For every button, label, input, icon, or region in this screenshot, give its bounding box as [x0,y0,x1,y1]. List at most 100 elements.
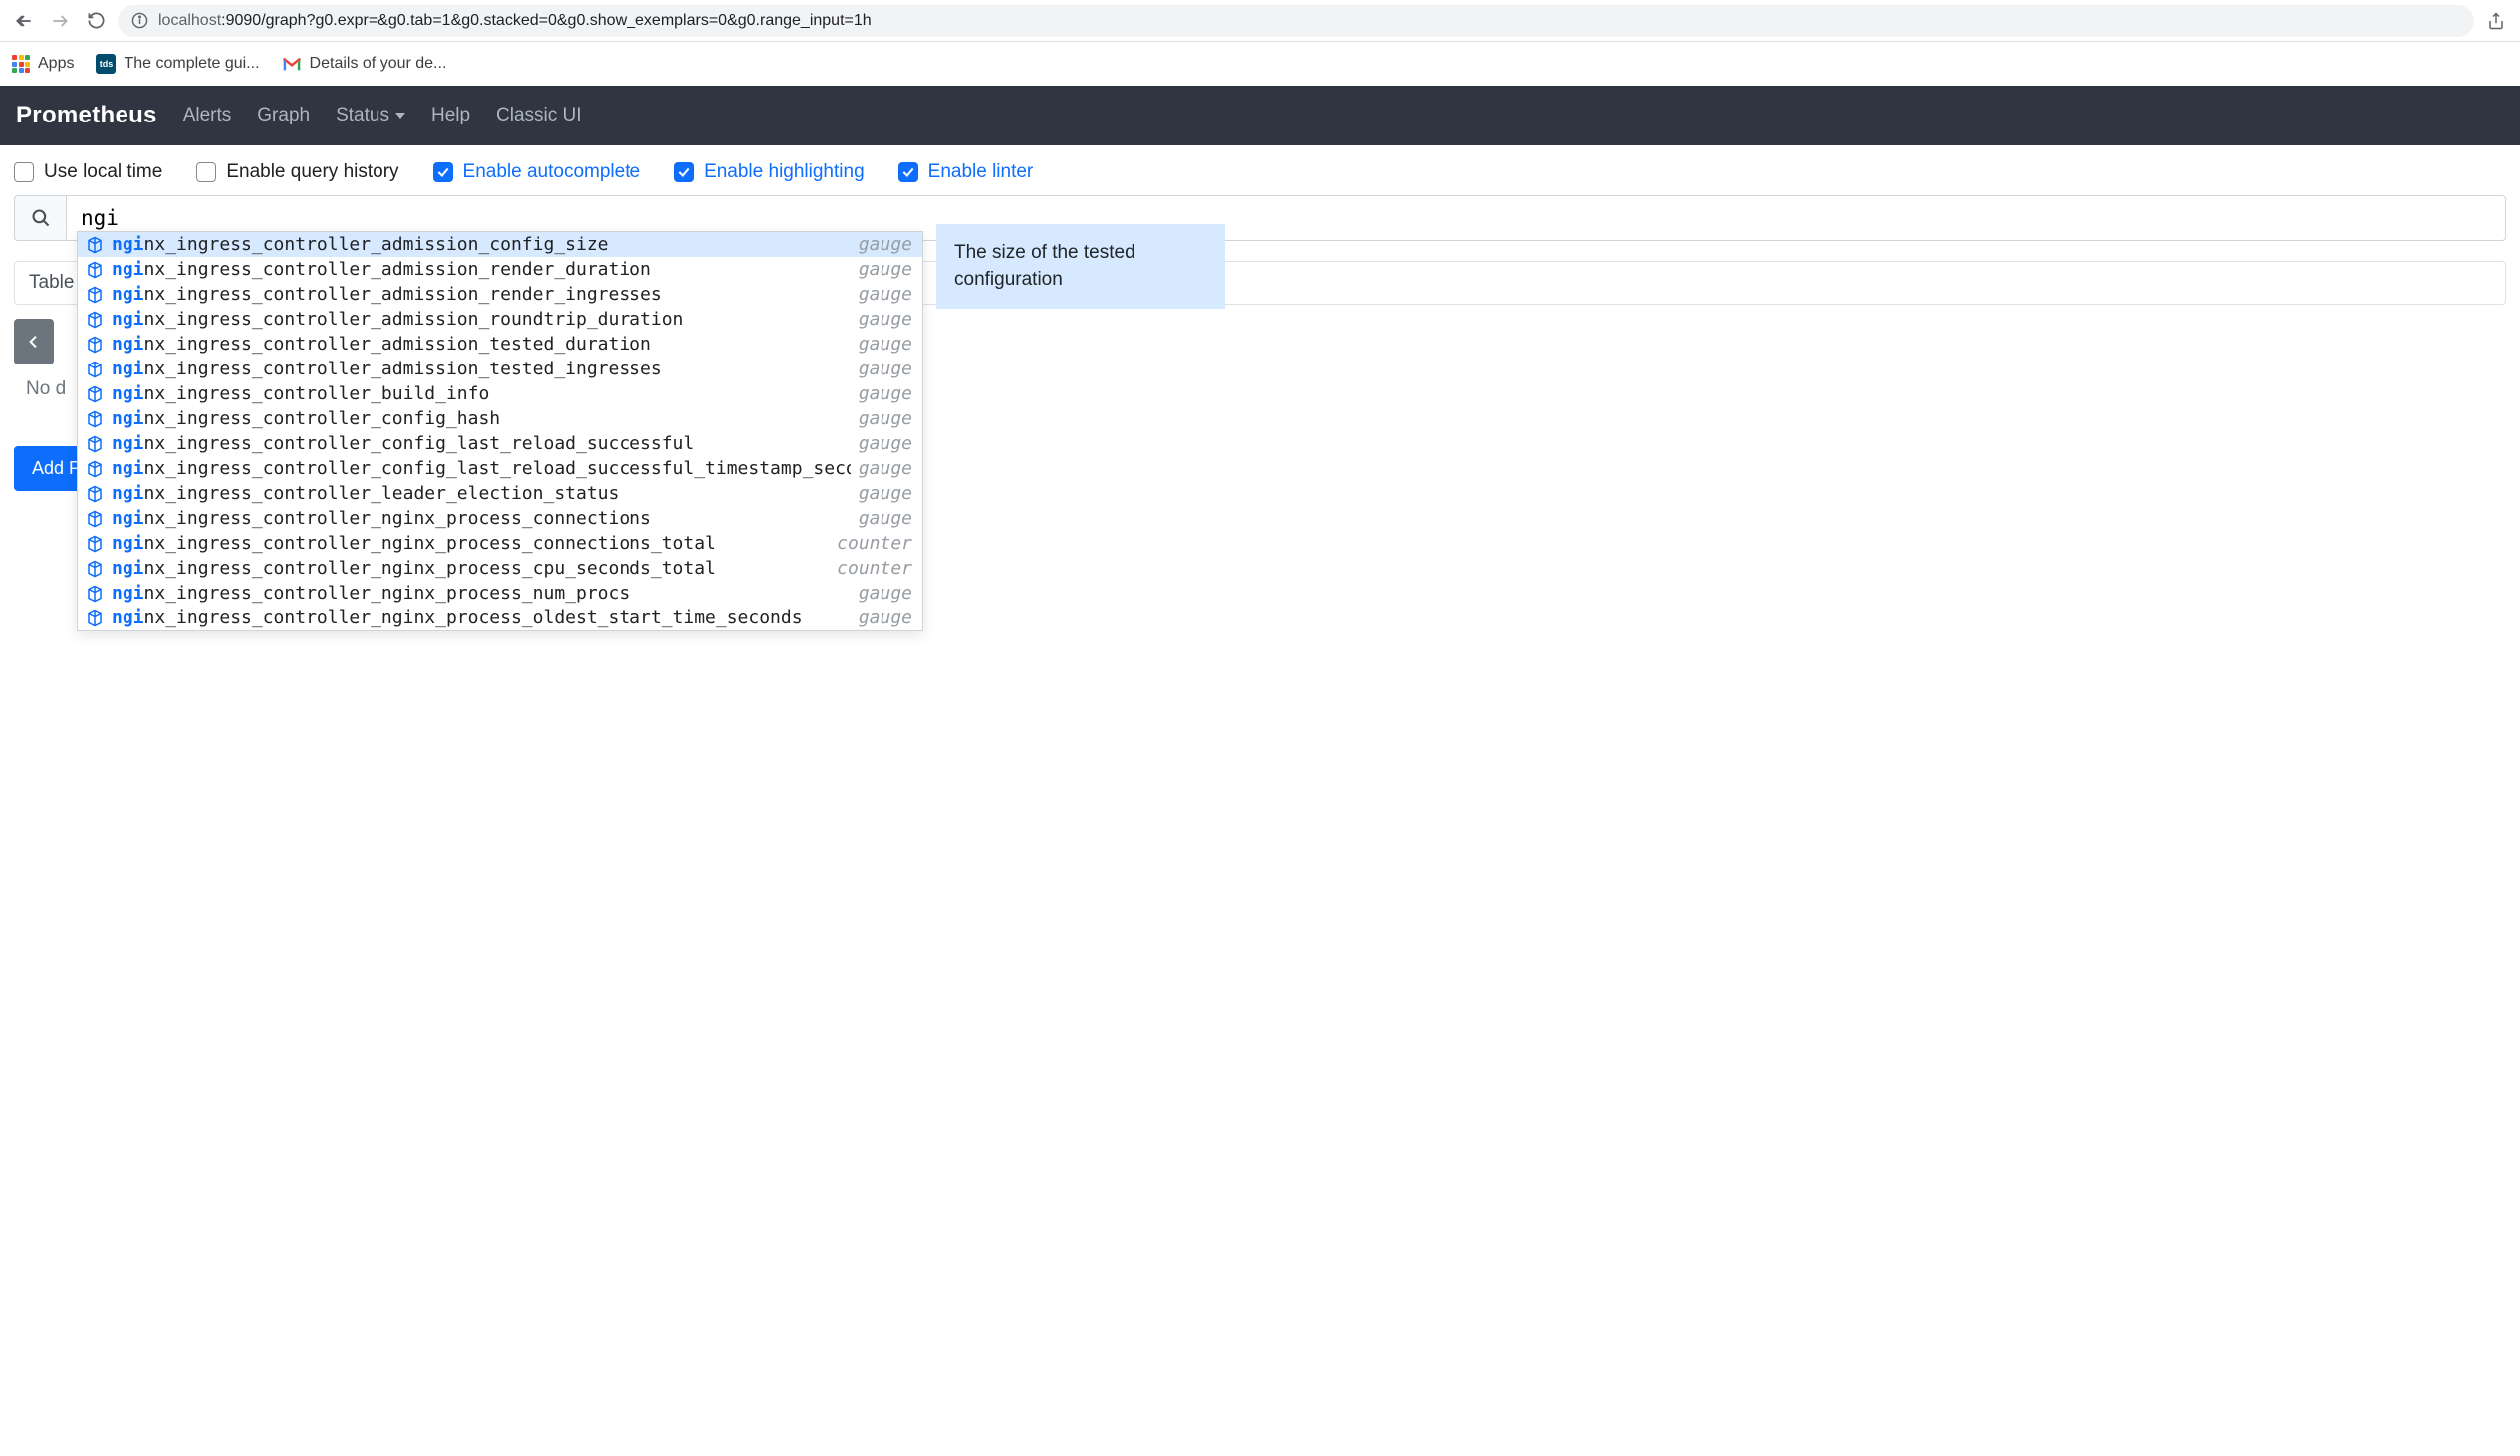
bookmark-tds[interactable]: tds The complete gui... [96,54,259,74]
autocomplete-item-type: gauge [859,284,912,305]
checkbox-linter[interactable]: Enable linter [898,161,1034,183]
query-options-row: Use local time Enable query history Enab… [0,145,2520,195]
autocomplete-item[interactable]: nginx_ingress_controller_config_hash gaug… [78,406,922,431]
metric-cube-icon [86,460,104,478]
autocomplete-item[interactable]: nginx_ingress_controller_admission_rende… [78,282,922,307]
apps-shortcut[interactable]: Apps [12,55,74,73]
autocomplete-item-type: gauge [859,359,912,379]
autocomplete-item-name: nginx_ingress_controller_admission_teste… [112,334,851,355]
nav-alerts[interactable]: Alerts [183,105,232,126]
chevron-down-icon [395,113,405,119]
autocomplete-item[interactable]: nginx_ingress_controller_admission_round… [78,307,922,332]
autocomplete-item[interactable]: nginx_ingress_controller_leader_election… [78,481,922,506]
autocomplete-item-name: nginx_ingress_controller_build_info [112,383,851,404]
autocomplete-item-name: nginx_ingress_controller_nginx_process_c… [112,533,829,554]
metric-cube-icon [86,485,104,503]
apps-grid-icon [12,55,30,73]
metric-cube-icon [86,510,104,528]
checkbox-label: Enable autocomplete [463,161,641,183]
autocomplete-item-name: nginx_ingress_controller_admission_rende… [112,259,851,280]
arrow-left-icon [14,11,34,31]
browser-toolbar: localhost:9090/graph?g0.expr=&g0.tab=1&g… [0,0,2520,42]
metric-cube-icon [86,311,104,329]
checkbox-query-history[interactable]: Enable query history [196,161,398,183]
checkbox-autocomplete[interactable]: Enable autocomplete [433,161,641,183]
autocomplete-item[interactable]: nginx_ingress_controller_admission_confi… [78,232,922,257]
autocomplete-item-name: nginx_ingress_controller_nginx_process_o… [112,607,851,628]
autocomplete-item-type: counter [837,533,912,554]
autocomplete-item-type: counter [837,558,912,579]
share-button[interactable] [2482,7,2510,35]
autocomplete-item-name: nginx_ingress_controller_admission_rende… [112,284,851,305]
share-icon [2487,12,2505,30]
checkbox-label: Use local time [44,161,162,183]
autocomplete-item[interactable]: nginx_ingress_controller_admission_teste… [78,357,922,381]
checkbox-box-icon [674,162,694,182]
nav-status[interactable]: Status [336,105,405,126]
nav-graph[interactable]: Graph [257,105,310,126]
autocomplete-item[interactable]: nginx_ingress_controller_nginx_process_c… [78,556,922,581]
autocomplete-item-name: nginx_ingress_controller_admission_round… [112,309,851,330]
metric-cube-icon [86,261,104,279]
bookmarks-bar: Apps tds The complete gui... Details of … [0,42,2520,86]
autocomplete-item[interactable]: nginx_ingress_controller_nginx_process_o… [78,606,922,630]
autocomplete-item[interactable]: nginx_ingress_controller_config_last_rel… [78,456,922,481]
autocomplete-item-type: gauge [859,433,912,454]
autocomplete-item-name: nginx_ingress_controller_nginx_process_c… [112,558,829,579]
checkbox-highlighting[interactable]: Enable highlighting [674,161,865,183]
checkbox-local-time[interactable]: Use local time [14,161,162,183]
autocomplete-item[interactable]: nginx_ingress_controller_admission_rende… [78,257,922,282]
nav-classic-ui[interactable]: Classic UI [496,105,582,126]
metric-cube-icon [86,435,104,453]
autocomplete-item-name: nginx_ingress_controller_config_last_rel… [112,433,851,454]
back-button[interactable] [10,7,38,35]
metric-cube-icon [86,361,104,378]
nav-help[interactable]: Help [431,105,470,126]
autocomplete-item-type: gauge [859,259,912,280]
url-bar[interactable]: localhost:9090/graph?g0.expr=&g0.tab=1&g… [118,5,2474,37]
autocomplete-item-type: gauge [859,483,912,504]
metric-cube-icon [86,410,104,428]
autocomplete-item-type: gauge [859,583,912,604]
forward-button[interactable] [46,7,74,35]
tab-table[interactable]: Table [29,272,74,293]
metric-cube-icon [86,385,104,403]
autocomplete-item-type: gauge [859,334,912,355]
metrics-explorer-button[interactable] [14,195,66,241]
reload-button[interactable] [82,7,110,35]
autocomplete-item[interactable]: nginx_ingress_controller_build_info gauge [78,381,922,406]
brand-logo[interactable]: Prometheus [16,102,157,129]
autocomplete-item[interactable]: nginx_ingress_controller_admission_teste… [78,332,922,357]
tds-icon: tds [96,54,116,74]
checkbox-box-icon [898,162,918,182]
apps-label: Apps [38,55,74,73]
autocomplete-item[interactable]: nginx_ingress_controller_nginx_process_n… [78,581,922,606]
autocomplete-item-type: gauge [859,508,912,529]
metric-cube-icon [86,535,104,553]
checkbox-box-icon [14,162,34,182]
prometheus-navbar: Prometheus Alerts Graph Status Help Clas… [0,86,2520,145]
autocomplete-item-name: nginx_ingress_controller_nginx_process_n… [112,583,851,604]
bookmark-gmail-label: Details of your de... [310,55,447,73]
autocomplete-item-name: nginx_ingress_controller_config_hash [112,408,851,429]
autocomplete-item-type: gauge [859,234,912,255]
checkbox-box-icon [196,162,216,182]
autocomplete-item-type: gauge [859,383,912,404]
nav-status-label: Status [336,105,389,126]
autocomplete-item[interactable]: nginx_ingress_controller_nginx_process_c… [78,506,922,531]
prev-time-button[interactable] [14,319,54,364]
autocomplete-item-name: nginx_ingress_controller_nginx_process_c… [112,508,851,529]
autocomplete-item-name: nginx_ingress_controller_leader_election… [112,483,851,504]
autocomplete-item-name: nginx_ingress_controller_config_last_rel… [112,458,851,479]
autocomplete-item[interactable]: nginx_ingress_controller_nginx_process_c… [78,531,922,556]
info-icon [131,12,148,29]
metric-cube-icon [86,609,104,627]
autocomplete-item-type: gauge [859,458,912,479]
autocomplete-item[interactable]: nginx_ingress_controller_config_last_rel… [78,431,922,456]
bookmark-gmail[interactable]: Details of your de... [282,55,447,73]
reload-icon [87,11,106,30]
url-text: localhost:9090/graph?g0.expr=&g0.tab=1&g… [158,12,872,30]
checkbox-label: Enable query history [226,161,398,183]
metric-help-tooltip: The size of the tested configuration [936,224,1225,309]
autocomplete-item-type: gauge [859,408,912,429]
